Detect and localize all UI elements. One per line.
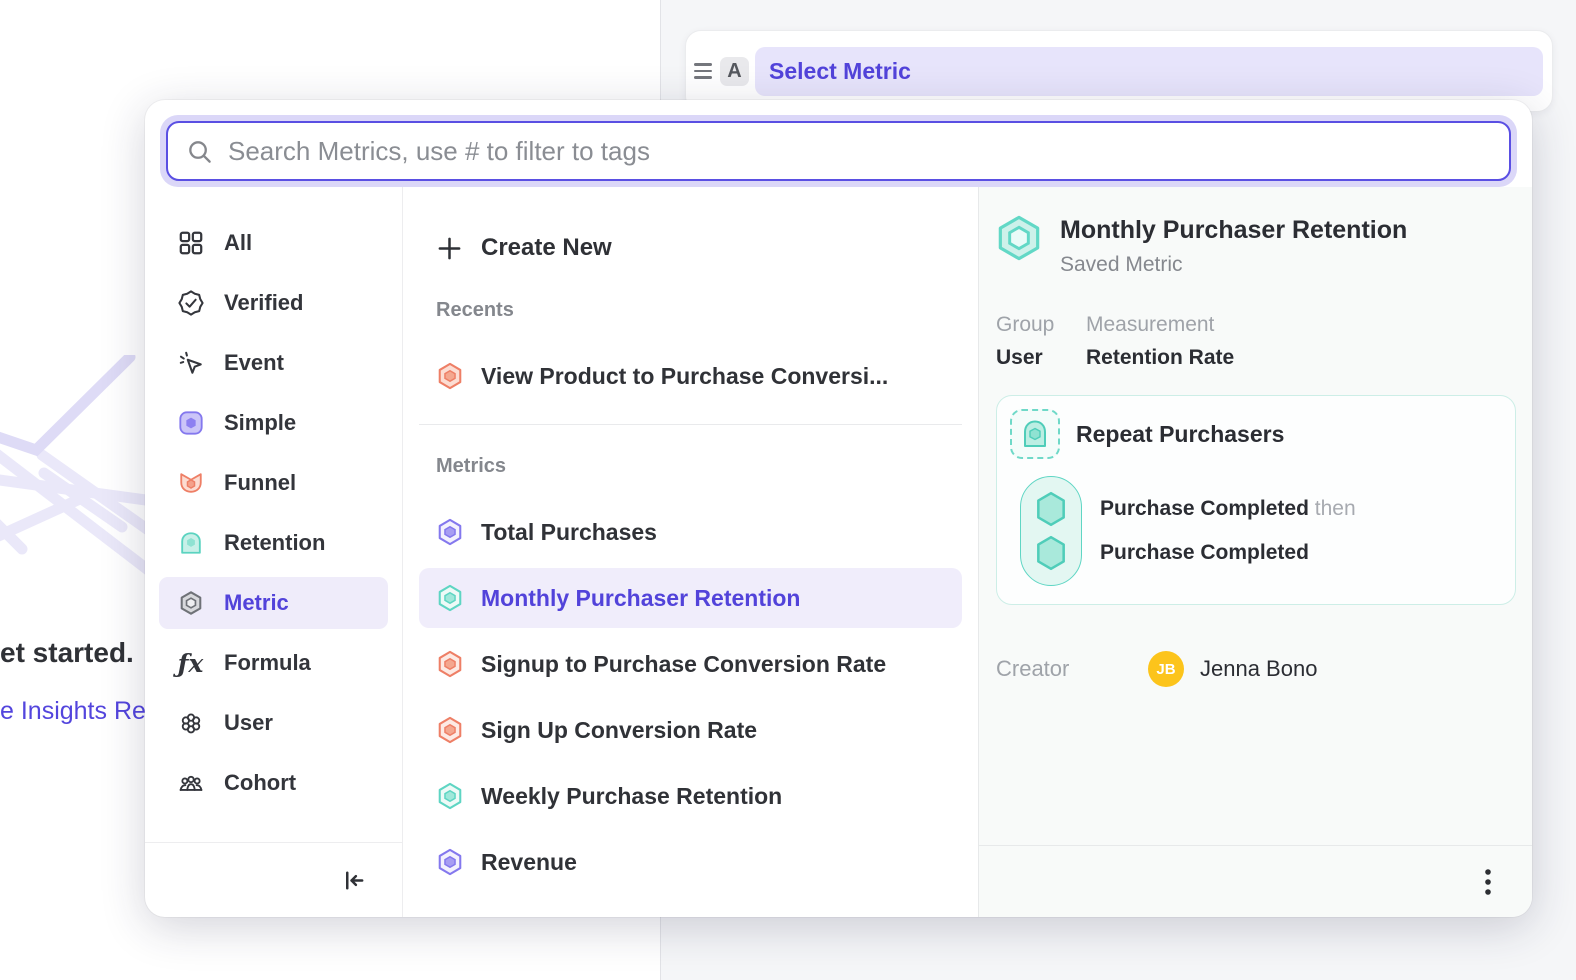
details-header: Monthly Purchaser Retention Saved Metric: [996, 214, 1516, 277]
salmon-hexagon-icon: [436, 650, 464, 678]
metric-item-revenue[interactable]: Revenue: [419, 832, 962, 892]
group-label: Group: [996, 313, 1086, 337]
teal-hexagon-icon: [436, 782, 464, 810]
retention-icon: [177, 530, 204, 556]
sidebar-item-label: Simple: [224, 410, 296, 436]
sidebar-item-retention[interactable]: Retention: [159, 517, 388, 569]
sidebar-footer: [145, 842, 402, 917]
sidebar-item-simple[interactable]: Simple: [159, 397, 388, 449]
group-value: User: [996, 346, 1086, 370]
sidebar-item-funnel[interactable]: Funnel: [159, 457, 388, 509]
row-badge: A: [720, 57, 749, 86]
metric-item-label: Monthly Purchaser Retention: [481, 585, 800, 612]
funnel-steps-capsule: [1020, 476, 1082, 586]
details-meta: Group User Measurement Retention Rate: [996, 313, 1516, 370]
metric-item-monthly-purchaser-retention[interactable]: Monthly Purchaser Retention: [419, 568, 962, 628]
search-input[interactable]: [228, 136, 1491, 167]
sidebar-item-label: User: [224, 710, 273, 736]
purple-hexagon-icon: [436, 518, 464, 546]
sidebar-item-label: Verified: [224, 290, 303, 316]
search-focus-ring: [160, 115, 1517, 187]
sidebar-item-user[interactable]: User: [159, 697, 388, 749]
sidebar-item-label: Funnel: [224, 470, 296, 496]
create-new-button[interactable]: Create New: [419, 227, 962, 269]
funnel-icon: [177, 470, 204, 496]
details-footer: [979, 845, 1532, 917]
sidebar-item-label: Retention: [224, 530, 325, 556]
metric-item-sign-up-conversion-rate[interactable]: Sign Up Conversion Rate: [419, 700, 962, 760]
select-metric-label: Select Metric: [769, 58, 911, 85]
measurement-label: Measurement: [1086, 313, 1234, 337]
metric-item-label: Weekly Purchase Retention: [481, 783, 782, 810]
creator-name: Jenna Bono: [1200, 656, 1317, 682]
saved-metric-dashed-icon: [1010, 409, 1060, 459]
metric-item-label: Signup to Purchase Conversion Rate: [481, 651, 886, 678]
metric-picker-modal: All Verified: [145, 100, 1532, 917]
details-title: Monthly Purchaser Retention: [1060, 216, 1407, 245]
step-hexagon-icon: [1033, 490, 1069, 528]
sidebar-item-label: Cohort: [224, 770, 296, 796]
saved-metric-card: Repeat Purchasers: [996, 395, 1516, 605]
creator-row: Creator JB Jenna Bono: [996, 651, 1516, 687]
recent-item-label: View Product to Purchase Conversi...: [481, 363, 888, 390]
step-hexagon-icon: [1033, 534, 1069, 572]
select-metric-button[interactable]: Select Metric: [755, 47, 1543, 96]
recents-heading: Recents: [436, 299, 962, 322]
sidebar-item-metric[interactable]: Metric: [159, 577, 388, 629]
sidebar-item-label: Metric: [224, 590, 289, 616]
saved-metric-card-title: Repeat Purchasers: [1076, 421, 1284, 448]
metric-details-panel: Monthly Purchaser Retention Saved Metric…: [978, 187, 1532, 917]
measurement-value: Retention Rate: [1086, 346, 1234, 370]
recent-item[interactable]: View Product to Purchase Conversi...: [419, 346, 962, 406]
list-divider: [419, 424, 962, 425]
sidebar-item-cohort[interactable]: Cohort: [159, 757, 388, 809]
metric-item-label: Total Purchases: [481, 519, 657, 546]
drag-handle-icon[interactable]: [694, 63, 712, 78]
sidebar-item-all[interactable]: All: [159, 217, 388, 269]
salmon-hexagon-icon: [436, 716, 464, 744]
metric-item-weekly-purchase-retention[interactable]: Weekly Purchase Retention: [419, 766, 962, 826]
plus-icon: [436, 235, 463, 262]
sidebar-item-label: Formula: [224, 650, 311, 676]
metric-item-signup-to-purchase-conversion-rate[interactable]: Signup to Purchase Conversion Rate: [419, 634, 962, 694]
sidebar-item-formula[interactable]: ƒx Formula: [159, 637, 388, 689]
step-event: Purchase Completed: [1100, 541, 1309, 564]
sidebar-item-label: Event: [224, 350, 284, 376]
details-subtitle: Saved Metric: [1060, 253, 1407, 277]
teal-hexagon-large-icon: [996, 214, 1042, 262]
search-icon: [186, 138, 213, 165]
background-heading-fragment: et started.: [0, 637, 134, 669]
creator-label: Creator: [996, 656, 1148, 682]
simple-metric-icon: [177, 410, 204, 436]
user-flower-icon: [177, 710, 204, 736]
metric-hexagon-icon: [177, 590, 204, 616]
teal-hexagon-icon: [436, 584, 464, 612]
grid-icon: [177, 230, 204, 256]
background-insights-link-fragment[interactable]: e Insights Re: [0, 697, 146, 726]
metric-item-label: Sign Up Conversion Rate: [481, 717, 757, 744]
more-options-kebab-icon[interactable]: [1484, 868, 1492, 896]
cohort-people-icon: [177, 770, 204, 796]
sidebar-item-verified[interactable]: Verified: [159, 277, 388, 329]
metric-item-label: Revenue: [481, 849, 577, 876]
funnel-hexagon-icon: [436, 362, 464, 390]
step-connector: then: [1315, 497, 1356, 520]
event-cursor-icon: [177, 350, 204, 376]
sidebar-item-label: All: [224, 230, 252, 256]
collapse-left-icon[interactable]: [341, 868, 366, 893]
metric-item-total-purchases[interactable]: Total Purchases: [419, 502, 962, 562]
category-sidebar: All Verified: [145, 187, 403, 917]
formula-icon: ƒx: [177, 651, 204, 676]
metrics-heading: Metrics: [436, 455, 962, 478]
metric-list-column: Create New Recents View Product to Purch…: [403, 187, 978, 917]
funnel-step-descriptions: Purchase Completed then Purchase Complet…: [1100, 476, 1356, 586]
verified-badge-icon: [177, 290, 204, 316]
create-new-label: Create New: [481, 234, 612, 262]
creator-avatar: JB: [1148, 651, 1184, 687]
step-event: Purchase Completed: [1100, 497, 1309, 520]
sidebar-item-event[interactable]: Event: [159, 337, 388, 389]
search-field: [166, 121, 1511, 181]
purple-hexagon-icon: [436, 848, 464, 876]
